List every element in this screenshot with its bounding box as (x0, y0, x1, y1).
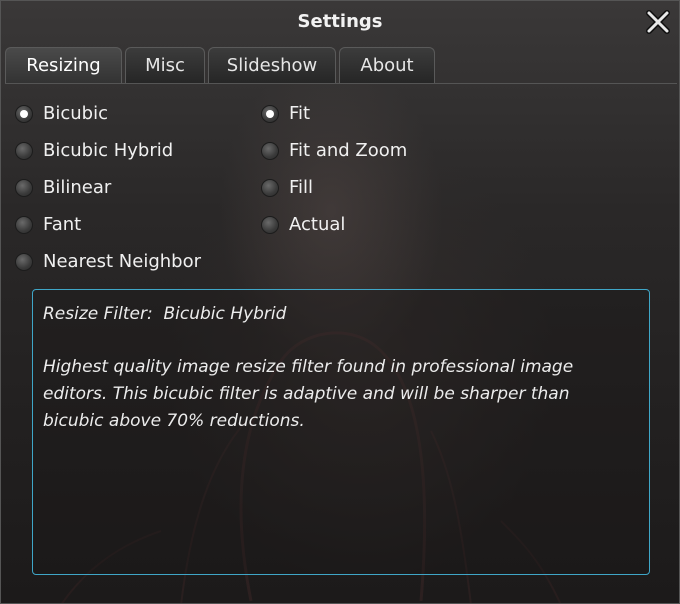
radio-indicator (15, 215, 33, 234)
radio-label: Fit (289, 103, 311, 124)
close-icon (646, 10, 670, 34)
tab-bar: Resizing Misc Slideshow About (5, 47, 435, 83)
radio-label: Fill (289, 177, 314, 198)
radio-label: Actual (289, 214, 346, 235)
tab-slideshow[interactable]: Slideshow (208, 47, 336, 83)
description-body: Highest quality image resize filter foun… (43, 357, 574, 431)
radio-nearest-neighbor[interactable]: Nearest Neighbor (15, 243, 201, 280)
radio-label: Bicubic Hybrid (43, 140, 174, 161)
radio-bicubic[interactable]: Bicubic (15, 95, 201, 132)
radio-label: Fant (43, 214, 82, 235)
radio-indicator (15, 252, 33, 271)
close-button[interactable] (645, 9, 671, 35)
radio-indicator (15, 178, 33, 197)
radio-indicator (261, 104, 279, 123)
radio-indicator (261, 215, 279, 234)
filter-description-box: Resize Filter: Bicubic Hybrid Highest qu… (32, 289, 650, 575)
radio-bicubic-hybrid[interactable]: Bicubic Hybrid (15, 132, 201, 169)
tab-about[interactable]: About (339, 47, 435, 83)
description-title: Resize Filter: Bicubic Hybrid (43, 304, 287, 324)
radio-indicator (261, 178, 279, 197)
radio-label: Fit and Zoom (289, 140, 408, 161)
radio-indicator (15, 104, 33, 123)
radio-fill[interactable]: Fill (261, 169, 407, 206)
radio-label: Nearest Neighbor (43, 251, 202, 272)
radio-actual[interactable]: Actual (261, 206, 407, 243)
fit-mode-group: Fit Fit and Zoom Fill Actual (261, 95, 407, 243)
radio-label: Bilinear (43, 177, 112, 198)
radio-fant[interactable]: Fant (15, 206, 201, 243)
settings-window: Settings Resizing Misc Slideshow About B… (0, 0, 680, 604)
tab-misc[interactable]: Misc (125, 47, 205, 83)
tab-resizing[interactable]: Resizing (5, 47, 122, 83)
tab-divider (5, 83, 677, 84)
title-bar: Settings (1, 1, 679, 45)
radio-indicator (261, 141, 279, 160)
radio-fit[interactable]: Fit (261, 95, 407, 132)
radio-fit-and-zoom[interactable]: Fit and Zoom (261, 132, 407, 169)
radio-indicator (15, 141, 33, 160)
radio-bilinear[interactable]: Bilinear (15, 169, 201, 206)
window-title: Settings (297, 11, 383, 32)
radio-label: Bicubic (43, 103, 108, 124)
resize-filter-group: Bicubic Bicubic Hybrid Bilinear Fant Nea… (15, 95, 201, 280)
